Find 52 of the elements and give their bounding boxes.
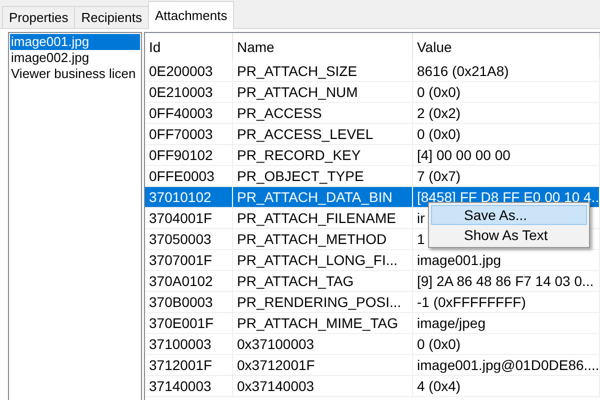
table-cell: 0x37100003 <box>233 334 413 355</box>
table-cell: 0E210003 <box>145 82 233 103</box>
attachment-item[interactable]: image001.jpg <box>10 34 140 50</box>
table-cell: PR_ATTACH_NUM <box>233 82 413 103</box>
table-cell: 8616 (0x21A8) <box>413 61 600 82</box>
table-cell: 3712001F <box>145 355 233 376</box>
table-cell: PR_ATTACH_DATA_BIN <box>233 187 413 208</box>
table-cell: 370E001F <box>145 313 233 334</box>
attachment-item[interactable]: image002.jpg <box>10 50 140 66</box>
table-cell: 370A0102 <box>145 271 233 292</box>
table-cell: 0x3712001F <box>233 355 413 376</box>
table-cell: -1 (0xFFFFFFFF) <box>413 292 600 313</box>
table-cell: 370B0003 <box>145 292 233 313</box>
table-cell: image001.jpg@01D0DE86.... <box>413 355 600 376</box>
tab[interactable]: Attachments <box>148 1 234 29</box>
table-cell: 37050003 <box>145 229 233 250</box>
table-cell: PR_RECORD_KEY <box>233 145 413 166</box>
attachment-item[interactable]: Viewer business licen <box>10 66 140 82</box>
table-cell: 7 (0x7) <box>413 166 600 187</box>
table-cell: 2 (0x2) <box>413 103 600 124</box>
table-cell: 0FF70003 <box>145 124 233 145</box>
table-cell: 0FFE0003 <box>145 166 233 187</box>
table-cell: PR_ACCESS <box>233 103 413 124</box>
table-cell: 0 (0x0) <box>413 124 600 145</box>
table-cell: 37140003 <box>145 376 233 397</box>
table-cell: 3704001F <box>145 208 233 229</box>
table-cell: 4 (0x4) <box>413 376 600 397</box>
table-cell: PR_ATTACH_TAG <box>233 271 413 292</box>
table-cell: image001.jpg <box>413 250 600 271</box>
table-cell: 0E200003 <box>145 61 233 82</box>
table-cell: PR_ACCESS_LEVEL <box>233 124 413 145</box>
table-cell: PR_OBJECT_TYPE <box>233 166 413 187</box>
tab[interactable]: Recipients <box>74 6 149 28</box>
menu-item[interactable]: Save As... <box>431 205 587 225</box>
table-cell: PR_ATTACH_SIZE <box>233 61 413 82</box>
table-cell: PR_ATTACH_METHOD <box>233 229 413 250</box>
table-cell: 0 (0x0) <box>413 82 600 103</box>
tab[interactable]: Properties <box>2 6 76 28</box>
table-cell: [9] 2A 86 48 86 F7 14 03 0... <box>413 271 600 292</box>
table-cell: 0x37140003 <box>233 376 413 397</box>
table-cell: 0FF90102 <box>145 145 233 166</box>
table-cell: PR_ATTACH_MIME_TAG <box>233 313 413 334</box>
table-cell: [4] 00 00 00 00 <box>413 145 600 166</box>
table-cell: 0 (0x0) <box>413 334 600 355</box>
table-cell: 37100003 <box>145 334 233 355</box>
table-cell: 3707001F <box>145 250 233 271</box>
table-cell: image/jpeg <box>413 313 600 334</box>
table-cell: 0FF40003 <box>145 103 233 124</box>
table-cell: PR_ATTACH_LONG_FI... <box>233 250 413 271</box>
table-cell: PR_RENDERING_POSI... <box>233 292 413 313</box>
table-cell: PR_ATTACH_FILENAME <box>233 208 413 229</box>
table-cell: 37010102 <box>145 187 233 208</box>
